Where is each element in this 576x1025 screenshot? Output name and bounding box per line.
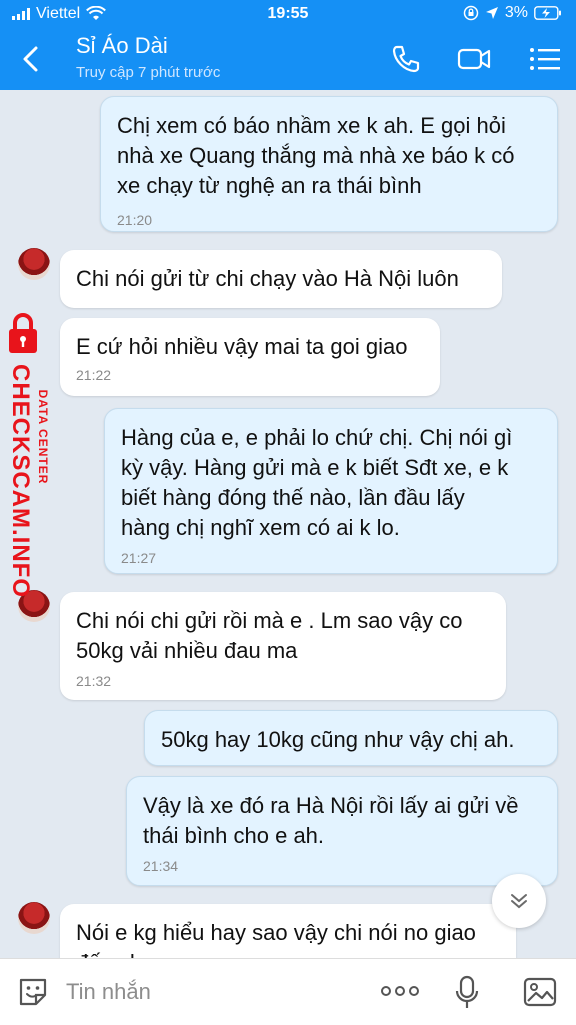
battery-percent: 3% <box>504 4 528 21</box>
message-bubble-outgoing[interactable]: 50kg hay 10kg cũng như vậy chị ah. <box>144 710 558 766</box>
image-icon[interactable] <box>522 975 558 1009</box>
location-icon <box>485 7 498 19</box>
more-dots-icon[interactable] <box>380 981 420 1001</box>
sticker-icon[interactable] <box>16 975 50 1009</box>
message-line: kỳ vậy. Hàng gửi mà e k biết Sđt xe, e k <box>121 455 509 480</box>
list-menu-icon[interactable] <box>528 42 564 76</box>
lock-icon <box>9 313 37 353</box>
message-input[interactable]: Tin nhắn <box>66 979 151 1005</box>
avatar[interactable] <box>18 248 50 280</box>
message-bubble-outgoing[interactable]: Hàng của e, e phải lo chứ chị. Chị nói g… <box>104 408 558 574</box>
message-line: E cứ hỏi nhiều vậy mai ta goi giao <box>76 334 408 359</box>
message-line: Vậy là xe đó ra Hà Nội rồi lấy ai gửi về <box>143 793 519 818</box>
chat-area[interactable]: Chị xem có báo nhầm xe k ah. E gọi hỏi n… <box>0 90 576 958</box>
chat-header: Sỉ Áo Dài Truy cập 7 phút trước <box>0 28 576 90</box>
message-line: 50kg vải nhiều đau ma <box>76 638 298 663</box>
message-line: đến cho e <box>76 948 500 958</box>
phone-icon[interactable] <box>388 42 424 76</box>
message-line: Chi nói gửi từ chi chạy vào Hà Nội luôn <box>76 266 459 291</box>
rotation-lock-icon <box>463 5 479 21</box>
contact-name[interactable]: Sỉ Áo Dài <box>76 33 168 59</box>
scroll-down-button[interactable] <box>492 874 546 928</box>
last-seen: Truy cập 7 phút trước <box>76 64 221 81</box>
message-line: thái bình cho e ah. <box>143 823 325 848</box>
message-bubble-incoming[interactable]: Chi nói gửi từ chi chạy vào Hà Nội luôn <box>60 250 502 308</box>
message-line: Hàng của e, e phải lo chứ chị. Chị nói g… <box>121 425 513 450</box>
message-line: 50kg hay 10kg cũng như vậy chị ah. <box>161 727 515 752</box>
message-text: Chị xem có báo nhầm xe k ah. E gọi hỏi n… <box>117 111 541 201</box>
message-time: 21:27 <box>121 550 157 566</box>
message-bubble-outgoing[interactable]: Vậy là xe đó ra Hà Nội rồi lấy ai gửi về… <box>126 776 558 886</box>
video-camera-icon[interactable] <box>456 42 492 76</box>
message-bubble-incoming[interactable]: Chi nói chi gửi rồi mà e . Lm sao vậy co… <box>60 592 506 700</box>
status-right: 3% <box>463 4 562 22</box>
message-line: Chi nói chi gửi rồi mà e . Lm sao vậy co <box>76 608 463 633</box>
microphone-icon[interactable] <box>454 975 480 1011</box>
chevron-down-icon <box>511 894 527 909</box>
message-line: Nói e kg hiểu hay sao vậy chi nói no gia… <box>76 920 476 945</box>
watermark-brand: CHECKSCAM.INFO <box>7 364 34 598</box>
message-line: Chị xem có báo nhầm xe k ah. E gọi hỏi <box>117 113 506 138</box>
message-bubble-outgoing[interactable]: Chị xem có báo nhầm xe k ah. E gọi hỏi n… <box>100 96 558 232</box>
watermark-tagline: DATA CENTER <box>36 389 50 485</box>
message-input-bar: Tin nhắn <box>0 958 576 1025</box>
message-time: 21:20 <box>117 212 153 228</box>
message-line: nhà xe Quang thắng mà nhà xe báo k có <box>117 143 515 168</box>
avatar[interactable] <box>18 902 50 934</box>
message-time: 21:34 <box>143 858 179 874</box>
battery-charging-icon <box>534 6 561 20</box>
back-chevron-icon[interactable] <box>16 42 46 76</box>
message-time: 21:22 <box>76 367 112 383</box>
message-line: xe chạy từ nghệ an ra thái bình <box>117 173 422 198</box>
message-bubble-incoming[interactable]: Nói e kg hiểu hay sao vậy chi nói no gia… <box>60 904 516 958</box>
status-bar: Viettel 19:55 3% <box>0 0 576 28</box>
message-time: 21:32 <box>76 673 112 689</box>
watermark: DATA CENTER CHECKSCAM.INFO <box>3 312 55 598</box>
message-line: hàng chị nghĩ xem có ai k lo. <box>121 515 400 540</box>
message-bubble-incoming[interactable]: E cứ hỏi nhiều vậy mai ta goi giao 21:22 <box>60 318 440 396</box>
message-line: biết hàng đóng thế nào, lần đầu lấy <box>121 485 465 510</box>
